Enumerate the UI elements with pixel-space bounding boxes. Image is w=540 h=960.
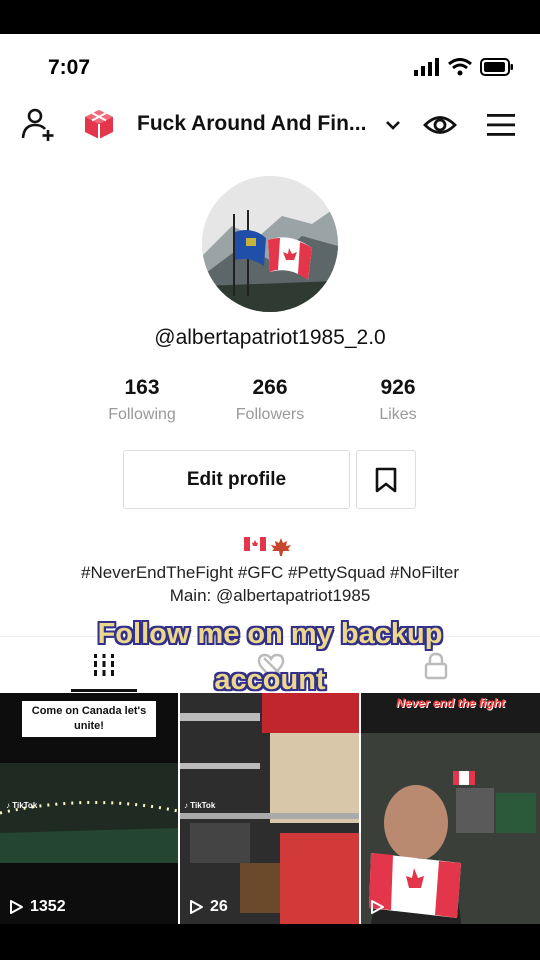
play-icon	[190, 900, 203, 914]
avatar-flags-image	[202, 176, 338, 312]
video-view-count: 1352	[8, 898, 66, 916]
chevron-down-icon[interactable]	[384, 116, 402, 134]
video-view-count: 77	[369, 898, 409, 916]
view-count-value: 77	[391, 898, 409, 915]
edit-profile-button[interactable]: Edit profile	[123, 450, 350, 509]
bio-hashtags: #NeverEndTheFight #GFC #PettySquad #NoFi…	[81, 563, 459, 582]
profile-header: Fuck Around And Fin...	[0, 104, 540, 146]
profile-stats: 163 Following 266 Followers 926 Likes	[78, 376, 462, 424]
stat-followers[interactable]: 266 Followers	[206, 376, 334, 424]
eye-icon[interactable]	[423, 112, 457, 138]
bio-main-account: Main: @albertapatriot1985	[169, 586, 371, 605]
profile-avatar[interactable]	[202, 176, 338, 312]
video-thumbnail-image	[361, 693, 540, 924]
view-count-value: 26	[210, 898, 228, 915]
favorites-button[interactable]	[356, 450, 416, 509]
status-time: 7:07	[48, 56, 91, 79]
video-thumbnail[interactable]: Never end the fight 77	[361, 693, 540, 924]
stat-label: Followers	[235, 406, 305, 423]
video-caption: Come on Canada let's unite!	[22, 701, 156, 737]
video-caption: Never end the fight	[396, 696, 505, 710]
play-icon	[371, 900, 384, 914]
stat-value: 926	[380, 376, 416, 399]
bookmark-icon	[375, 467, 397, 492]
stat-value: 266	[252, 376, 288, 399]
bio-flag-emojis	[244, 537, 292, 557]
view-count-value: 1352	[30, 898, 66, 915]
stat-label: Likes	[379, 406, 417, 423]
stat-value: 163	[124, 376, 160, 399]
account-switcher-title[interactable]: Fuck Around And Fin...	[137, 112, 366, 136]
battery-icon	[480, 58, 513, 76]
add-user-icon[interactable]	[20, 106, 56, 142]
top-black-bar	[0, 0, 540, 34]
overlay-caption-line1: Follow me on my backup	[97, 618, 443, 650]
stat-likes[interactable]: 926 Likes	[334, 376, 462, 424]
menu-icon[interactable]	[486, 110, 516, 140]
wifi-icon	[448, 58, 472, 76]
video-thumbnail[interactable]: Come on Canada let's unite! ♪ TikTok 135…	[0, 693, 178, 924]
gift-box-icon[interactable]	[82, 107, 116, 141]
cellular-signal-icon	[414, 58, 439, 76]
profile-username: @albertapatriot1985_2.0	[154, 326, 386, 349]
status-icons	[414, 58, 514, 76]
video-thumbnail[interactable]: ♪ TikTok 26	[180, 693, 359, 924]
tiktok-watermark-icon: ♪ TikTok	[6, 801, 38, 810]
stat-following[interactable]: 163 Following	[78, 376, 206, 424]
maple-leaf-icon	[271, 538, 291, 556]
stat-label: Following	[108, 406, 176, 423]
profile-screen: 7:07 Fuck Around And Fin... @albertapatr…	[0, 34, 540, 924]
tiktok-watermark-icon: ♪ TikTok	[184, 801, 216, 810]
canada-flag-icon	[244, 537, 266, 551]
bottom-black-bar	[0, 924, 540, 960]
play-icon	[10, 900, 23, 914]
video-view-count: 26	[188, 898, 228, 916]
